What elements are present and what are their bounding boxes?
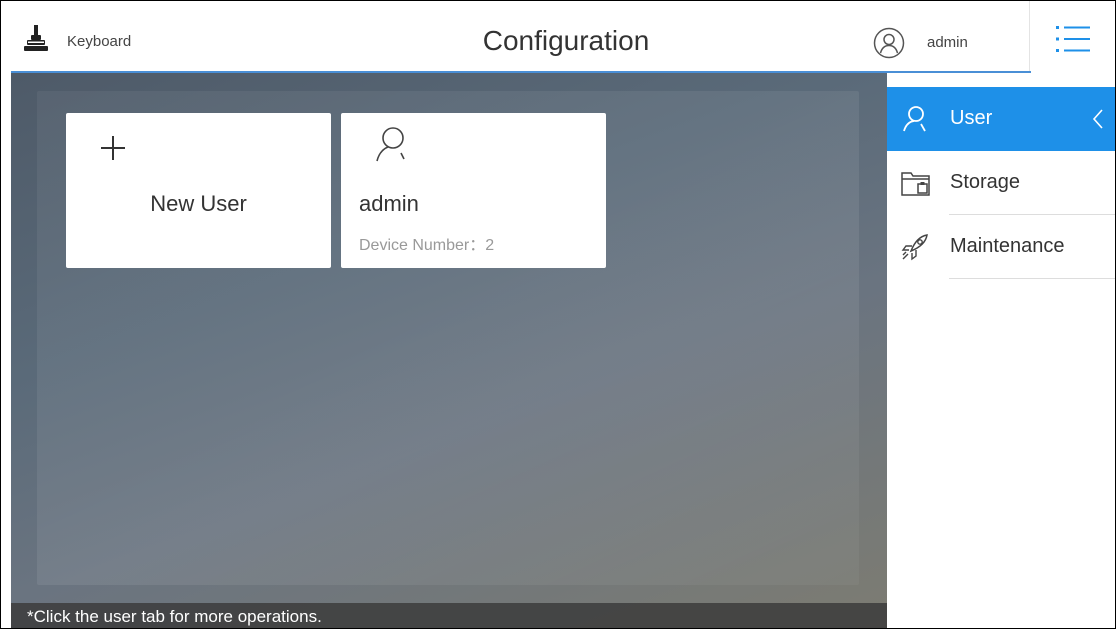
chevron-left-icon[interactable] (1091, 107, 1105, 131)
user-panel: New User admin Device Number：2 (37, 91, 859, 585)
sidebar: User Storage Maintenance (887, 73, 1115, 628)
top-bar: Keyboard Configuration admin (1, 1, 1115, 71)
menu-icon[interactable] (1054, 23, 1092, 55)
sidebar-item-maintenance[interactable]: Maintenance (887, 215, 1115, 279)
header-divider (1029, 1, 1030, 71)
footer-hint-bar: *Click the user tab for more operations. (11, 603, 887, 628)
sidebar-divider (949, 278, 1115, 279)
sidebar-item-user[interactable]: User (887, 87, 1115, 151)
sidebar-item-label: Storage (950, 171, 1021, 193)
sidebar-item-label: Maintenance (950, 235, 1065, 257)
user-icon (371, 125, 411, 167)
device-number: Device Number：2 (359, 237, 495, 254)
current-username[interactable]: admin (927, 34, 968, 51)
sidebar-item-label: User (950, 107, 993, 129)
new-user-label: New User (150, 191, 247, 216)
storage-icon (901, 169, 930, 197)
user-circle-icon[interactable] (873, 27, 905, 59)
footer-hint: *Click the user tab for more operations. (27, 607, 322, 626)
user-card-admin[interactable]: admin Device Number：2 (341, 113, 606, 268)
user-icon (901, 105, 929, 133)
plus-icon (98, 133, 128, 163)
app-window: Keyboard Configuration admin New User ad… (0, 0, 1116, 629)
main-content: New User admin Device Number：2 *Click th… (11, 73, 887, 628)
rocket-icon (901, 233, 929, 261)
user-card-name: admin (359, 191, 419, 216)
new-user-card[interactable]: New User (66, 113, 331, 268)
sidebar-item-storage[interactable]: Storage (887, 151, 1115, 215)
